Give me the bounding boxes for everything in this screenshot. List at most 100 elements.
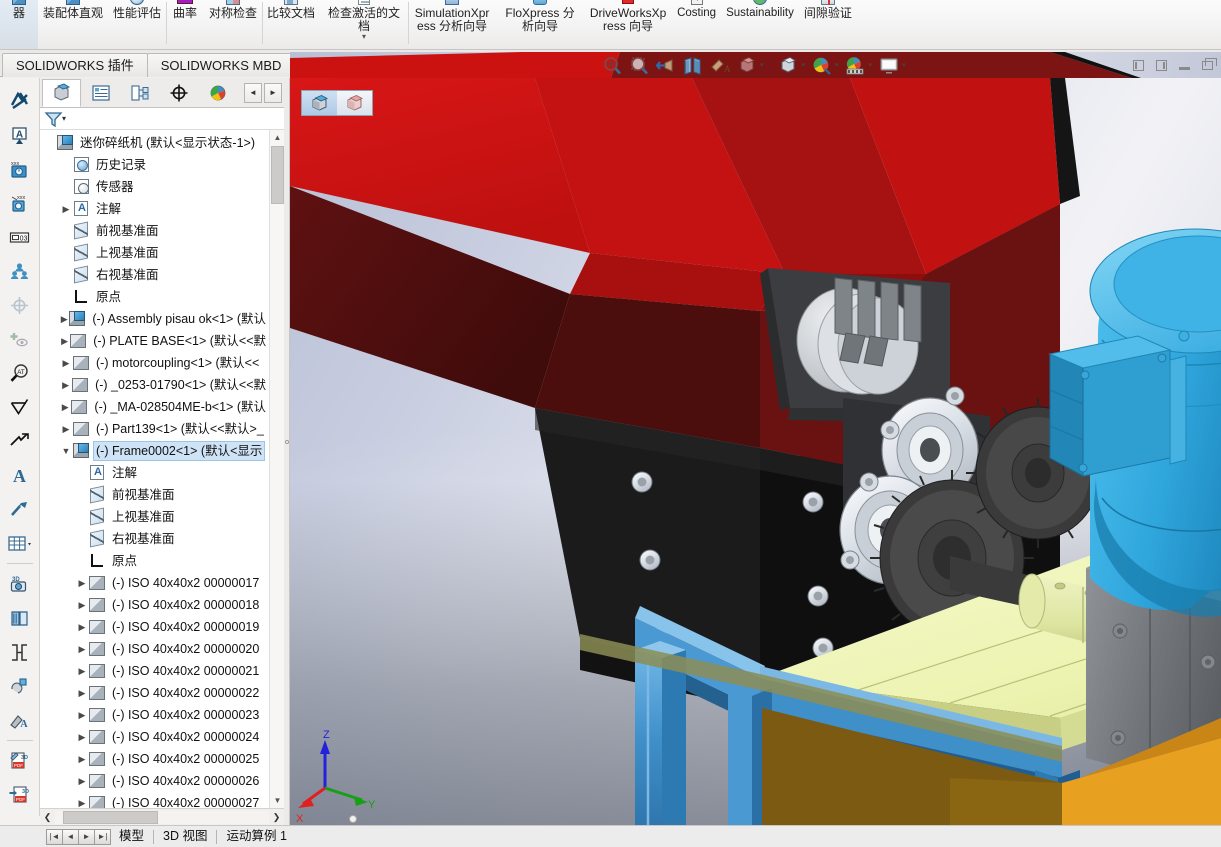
tree-item[interactable]: 右视基准面	[40, 528, 270, 550]
display-manager-tab[interactable]	[198, 79, 237, 107]
paint-a-icon[interactable]: A	[3, 703, 37, 737]
tree-item[interactable]: ▶ (-) ISO 40x40x2 00000022	[40, 682, 270, 704]
model-nav-button-0[interactable]: |◄	[46, 828, 63, 845]
chevron-right-icon[interactable]: ▶	[76, 792, 88, 808]
ribbon-button-floxpress-icon[interactable]: FloXpress 分析向导	[496, 0, 584, 49]
tree-item[interactable]: 上视基准面	[40, 506, 270, 528]
ribbon-button-sustainability-icon[interactable]: Sustainability	[721, 0, 799, 49]
tree-item[interactable]: ▶ (-) ISO 40x40x2 00000025	[40, 748, 270, 770]
check-mark-icon[interactable]	[3, 390, 37, 424]
minimize-icon[interactable]	[1173, 54, 1196, 76]
chevron-right-icon[interactable]: ▶	[60, 418, 72, 440]
bracket-icon[interactable]	[3, 635, 37, 669]
hidden-lines-icon[interactable]	[3, 84, 37, 118]
ribbon-button-clearance-verification-icon[interactable]: 间隙验证	[799, 0, 857, 49]
viewport-grip[interactable]	[349, 815, 357, 823]
chevron-down-icon[interactable]: ▾	[902, 61, 909, 69]
hscroll-thumb[interactable]	[63, 810, 158, 824]
dimxpert-manager-tab[interactable]	[159, 79, 198, 107]
3d-pdf-export-icon[interactable]: 3D PDF	[3, 778, 37, 812]
bottom-tab-1[interactable]: 3D 视图	[154, 828, 216, 845]
tree-item[interactable]: 迷你碎纸机 (默认<显示状态-1>)	[40, 132, 270, 154]
tree-item[interactable]: ▶ (-) ISO 40x40x2 00000023	[40, 704, 270, 726]
annotation-a-icon[interactable]: A	[3, 118, 37, 152]
model-nav-button-2[interactable]: ►	[78, 828, 95, 845]
tree-item[interactable]: 前视基准面	[40, 220, 270, 242]
dimension-xxx-icon[interactable]: xxx	[3, 152, 37, 186]
tree-item[interactable]: ▶ (-) ISO 40x40x2 00000018	[40, 594, 270, 616]
chevron-right-icon[interactable]: ▶	[76, 660, 88, 682]
ribbon-button-cube-icon[interactable]: 器	[0, 0, 38, 49]
scroll-up-arrow[interactable]: ▲	[270, 130, 284, 145]
ribbon-tab-1[interactable]: SOLIDWORKS MBD	[146, 53, 296, 77]
big-a-icon[interactable]: A	[3, 458, 37, 492]
tree-tab-next[interactable]: ►	[264, 82, 282, 103]
ribbon-button-check-active-document-icon[interactable]: 检查激活的文档 ▾	[320, 0, 408, 49]
chevron-right-icon[interactable]: ▶	[76, 726, 88, 748]
pane-left-icon[interactable]	[1127, 54, 1150, 76]
chevron-right-icon[interactable]: ▶	[60, 198, 72, 220]
tree-item[interactable]: ▶ (-) _0253-01790<1> (默认<<默	[40, 374, 270, 396]
tree-item[interactable]: ▶ (-) ISO 40x40x2 00000021	[40, 660, 270, 682]
book-icon[interactable]	[3, 601, 37, 635]
tree-item[interactable]: ▼ (-) Frame0002<1> (默认<显示	[40, 440, 270, 462]
tree-tab-prev[interactable]: ◄	[244, 82, 262, 103]
chevron-right-icon[interactable]: ▶	[76, 638, 88, 660]
display-state-normal-icon[interactable]	[302, 91, 337, 115]
display-box-icon[interactable]: 03	[3, 220, 37, 254]
ribbon-button-assembly-visualization-icon[interactable]: 装配体直观	[38, 0, 108, 49]
chevron-right-icon[interactable]: ▶	[60, 396, 70, 418]
model-nav-button-3[interactable]: ►|	[94, 828, 111, 845]
apply-scene-icon[interactable]	[842, 53, 869, 77]
chevron-right-icon[interactable]: ▶	[76, 704, 88, 726]
chevron-right-icon[interactable]: ▶	[76, 682, 88, 704]
bottom-tab-0[interactable]: 模型	[110, 828, 153, 845]
property-manager-tab[interactable]	[81, 79, 120, 107]
chevron-right-icon[interactable]: ▶	[76, 616, 88, 638]
chevron-right-icon[interactable]: ▶	[76, 594, 88, 616]
configuration-manager-tab[interactable]	[120, 79, 159, 107]
hscroll-track[interactable]	[55, 810, 269, 824]
zoom-to-area-icon[interactable]	[625, 53, 652, 77]
ribbon-button-simulationxpress-icon[interactable]: SimulationXpress 分析向导	[408, 0, 496, 49]
chevron-right-icon[interactable]: ▶	[60, 352, 72, 374]
ribbon-button-driveworksxpress-icon[interactable]: DriveWorksXpress 向导	[584, 0, 672, 49]
pane-right-icon[interactable]	[1150, 54, 1173, 76]
ribbon-button-compare-documents-icon[interactable]: 比较文档	[262, 0, 320, 49]
ribbon-tab-0[interactable]: SOLIDWORKS 插件	[2, 53, 148, 77]
tree-item[interactable]: ▶ (-) ISO 40x40x2 00000019	[40, 616, 270, 638]
previous-view-icon[interactable]	[652, 53, 679, 77]
view-orientation-icon[interactable]: A	[706, 53, 733, 77]
tree-item[interactable]: ▶ (-) ISO 40x40x2 00000017	[40, 572, 270, 594]
restore-icon[interactable]	[1196, 54, 1219, 76]
tree-item[interactable]: ▶ (-) _MA-028504ME-b<1> (默认	[40, 396, 270, 418]
scroll-thumb[interactable]	[271, 146, 284, 204]
tree-item[interactable]: ▶ 注解	[40, 198, 270, 220]
hscroll-right-arrow[interactable]: ❯	[269, 809, 284, 825]
splitter-grip[interactable]	[285, 440, 289, 444]
tree-item[interactable]: ▶ (-) Assembly pisau ok<1> (默认	[40, 308, 270, 330]
display-state-transparent-icon[interactable]	[337, 91, 372, 115]
chevron-right-icon[interactable]: ▶	[76, 770, 88, 792]
chevron-right-icon[interactable]: ▶	[76, 572, 88, 594]
tree-item[interactable]: 右视基准面	[40, 264, 270, 286]
tree-item[interactable]: 传感器	[40, 176, 270, 198]
chevron-down-icon[interactable]: ▾	[362, 33, 366, 41]
add-eye-icon[interactable]	[3, 322, 37, 356]
view-settings-icon[interactable]	[875, 53, 902, 77]
tree-item[interactable]: 注解	[40, 462, 270, 484]
chevron-down-icon[interactable]: ▼	[60, 440, 72, 462]
tree-item[interactable]: ▶ (-) ISO 40x40x2 00000020	[40, 638, 270, 660]
feature-tree-scroll-area[interactable]: 迷你碎纸机 (默认<显示状态-1>)历史记录传感器▶注解前视基准面上视基准面右视…	[40, 130, 284, 808]
target-icon[interactable]	[3, 288, 37, 322]
chevron-down-icon[interactable]: ▾	[760, 61, 767, 69]
flag-icon[interactable]	[3, 424, 37, 458]
tree-item[interactable]: ▶ (-) ISO 40x40x2 00000027	[40, 792, 270, 808]
bottom-tab-2[interactable]: 运动算例 1	[217, 828, 295, 845]
table-icon[interactable]	[3, 526, 37, 560]
tree-item[interactable]: 原点	[40, 286, 270, 308]
graphics-viewport[interactable]: Z Y X	[290, 78, 1221, 825]
tree-item[interactable]: 前视基准面	[40, 484, 270, 506]
scroll-down-arrow[interactable]: ▼	[270, 793, 284, 808]
ribbon-button-symmetry-check-icon[interactable]: 对称检查	[204, 0, 262, 49]
